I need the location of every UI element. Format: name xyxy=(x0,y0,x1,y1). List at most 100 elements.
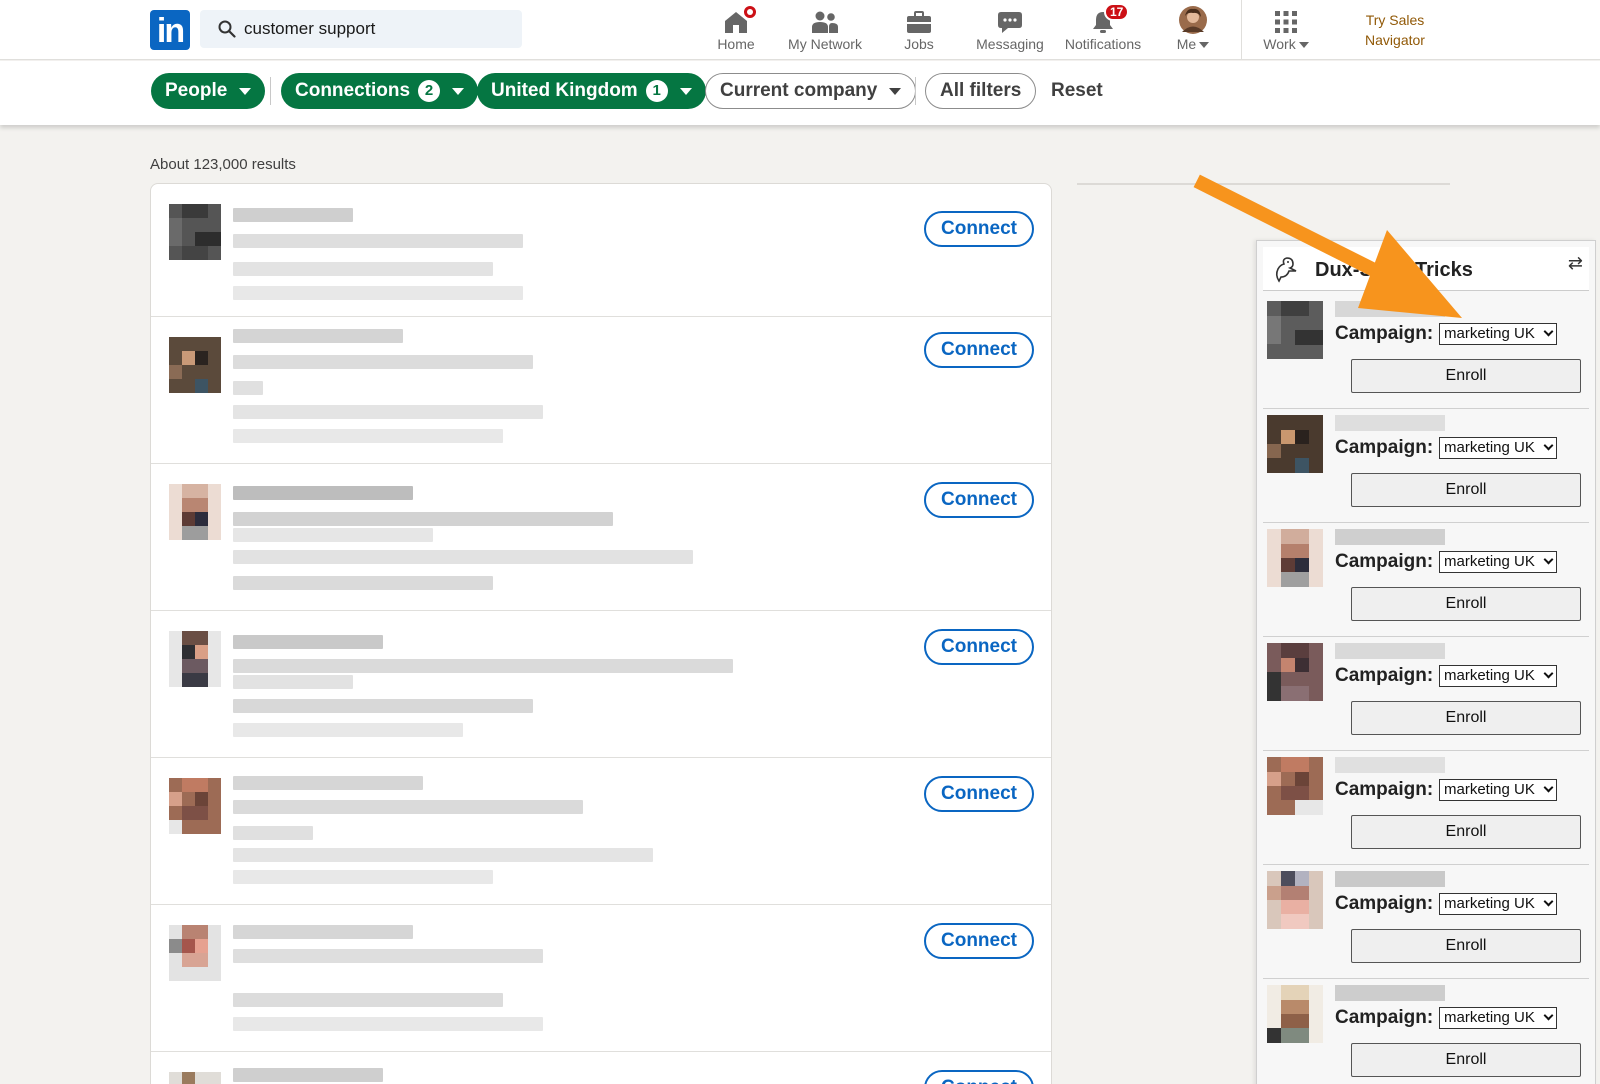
connect-button[interactable]: Connect xyxy=(924,923,1034,959)
blurred-name xyxy=(1335,301,1445,317)
blurred-name xyxy=(233,208,353,222)
result-row: Connect xyxy=(151,1052,1051,1084)
lead-item: Campaign: marketing UK Enroll xyxy=(1263,407,1589,523)
nav-jobs-label: Jobs xyxy=(904,36,934,52)
blurred-summary xyxy=(233,550,693,564)
campaign-select[interactable]: marketing UK xyxy=(1439,779,1557,801)
enroll-button[interactable]: Enroll xyxy=(1351,929,1581,963)
campaign-select[interactable]: marketing UK xyxy=(1439,323,1557,345)
campaign-select[interactable]: marketing UK xyxy=(1439,437,1557,459)
chevron-down-icon xyxy=(1543,326,1554,337)
enroll-button[interactable]: Enroll xyxy=(1351,587,1581,621)
chevron-down-icon xyxy=(679,87,692,95)
connect-button[interactable]: Connect xyxy=(924,482,1034,518)
campaign-value: marketing UK xyxy=(1444,781,1535,798)
try-sales-navigator-link[interactable]: Try Sales Navigator xyxy=(1345,10,1445,50)
profile-photo xyxy=(1267,871,1323,929)
search-bar[interactable] xyxy=(200,10,522,48)
campaign-value: marketing UK xyxy=(1444,895,1535,912)
filter-company-label: Current company xyxy=(720,80,878,101)
profile-photo[interactable] xyxy=(169,925,221,981)
search-icon xyxy=(218,20,236,38)
nav-me-text: Me xyxy=(1176,36,1197,52)
profile-photo xyxy=(1267,985,1323,1043)
nav-jobs[interactable]: Jobs xyxy=(895,0,943,60)
profile-photo xyxy=(1267,643,1323,701)
filter-people[interactable]: People xyxy=(151,73,266,109)
blurred-name xyxy=(233,776,423,790)
connect-button[interactable]: Connect xyxy=(924,776,1034,812)
blurred-headline xyxy=(233,234,523,248)
briefcase-icon xyxy=(907,11,931,33)
nav-me-label: Me xyxy=(1168,36,1218,52)
profile-photo[interactable] xyxy=(169,484,221,540)
blurred-name xyxy=(233,635,383,649)
connect-button[interactable]: Connect xyxy=(924,1070,1034,1084)
profile-photo[interactable] xyxy=(169,778,221,834)
lead-item: Campaign: marketing UK Enroll xyxy=(1263,977,1589,1084)
lead-item: Campaign: marketing UK Enroll xyxy=(1263,635,1589,751)
nav-notifications-label: Notifications xyxy=(1064,36,1142,52)
filter-current-company[interactable]: Current company xyxy=(705,73,917,109)
connect-button[interactable]: Connect xyxy=(924,332,1034,368)
connect-button[interactable]: Connect xyxy=(924,211,1034,247)
blurred-name xyxy=(1335,757,1445,773)
all-filters-button[interactable]: All filters xyxy=(925,73,1037,109)
search-input[interactable] xyxy=(244,10,514,48)
profile-photo[interactable] xyxy=(169,1072,221,1084)
campaign-select[interactable]: marketing UK xyxy=(1439,551,1557,573)
nav-notifications[interactable]: 17 Notifications xyxy=(1061,0,1145,60)
blurred-location xyxy=(233,576,493,590)
campaign-value: marketing UK xyxy=(1444,325,1535,342)
campaign-label: Campaign: xyxy=(1335,1007,1434,1028)
nav-messaging-label: Messaging xyxy=(976,36,1044,52)
nav-home[interactable]: Home xyxy=(712,0,760,60)
campaign-value: marketing UK xyxy=(1444,1009,1535,1026)
blurred-headline xyxy=(233,675,353,689)
nav-me[interactable]: Me xyxy=(1168,0,1218,60)
nav-work-text: Work xyxy=(1263,36,1296,52)
campaign-label: Campaign: xyxy=(1335,551,1434,572)
enroll-button[interactable]: Enroll xyxy=(1351,359,1581,393)
avatar xyxy=(1179,6,1207,34)
campaign-label: Campaign: xyxy=(1335,437,1434,458)
campaign-select[interactable]: marketing UK xyxy=(1439,665,1557,687)
filter-connections[interactable]: Connections 2 xyxy=(281,73,479,109)
enroll-button[interactable]: Enroll xyxy=(1351,815,1581,849)
profile-photo[interactable] xyxy=(169,631,221,687)
campaign-select[interactable]: marketing UK xyxy=(1439,1007,1557,1029)
filter-location[interactable]: United Kingdom 1 xyxy=(477,73,706,109)
campaign-select[interactable]: marketing UK xyxy=(1439,893,1557,915)
blurred-name xyxy=(1335,529,1445,545)
blurred-summary xyxy=(233,405,543,419)
blurred-headline xyxy=(233,512,613,526)
lead-item: Campaign: marketing UK Enroll xyxy=(1263,293,1589,409)
dux-soup-header: Dux-Soup Tricks ⇄ xyxy=(1263,247,1589,291)
connect-button[interactable]: Connect xyxy=(924,629,1034,665)
dux-soup-panel: Dux-Soup Tricks ⇄ Campaign: marketing UK… xyxy=(1256,240,1596,1084)
result-row: Connect xyxy=(151,758,1051,905)
reset-button[interactable]: Reset xyxy=(1051,73,1103,109)
filter-people-label: People xyxy=(165,80,228,101)
all-filters-label: All filters xyxy=(940,80,1022,101)
lead-item: Campaign: marketing UK Enroll xyxy=(1263,521,1589,637)
grid-icon xyxy=(1275,11,1297,33)
enroll-button[interactable]: Enroll xyxy=(1351,1043,1581,1077)
profile-photo[interactable] xyxy=(169,204,221,260)
chevron-down-icon xyxy=(1543,554,1554,565)
campaign-value: marketing UK xyxy=(1444,553,1535,570)
sales-line-2: Navigator xyxy=(1365,32,1425,48)
linkedin-logo[interactable]: in xyxy=(150,10,190,50)
blurred-summary xyxy=(233,848,653,862)
nav-my-network[interactable]: My Network xyxy=(785,0,865,60)
chevron-down-icon xyxy=(1543,1010,1554,1021)
campaign-value: marketing UK xyxy=(1444,439,1535,456)
enroll-button[interactable]: Enroll xyxy=(1351,473,1581,507)
profile-photo[interactable] xyxy=(169,337,221,393)
nav-work[interactable]: Work xyxy=(1258,0,1314,60)
blurred-location xyxy=(233,993,503,1007)
result-row: Connect xyxy=(151,317,1051,464)
nav-messaging[interactable]: Messaging xyxy=(972,0,1048,60)
enroll-button[interactable]: Enroll xyxy=(1351,701,1581,735)
swap-arrows-icon[interactable]: ⇄ xyxy=(1568,253,1583,274)
